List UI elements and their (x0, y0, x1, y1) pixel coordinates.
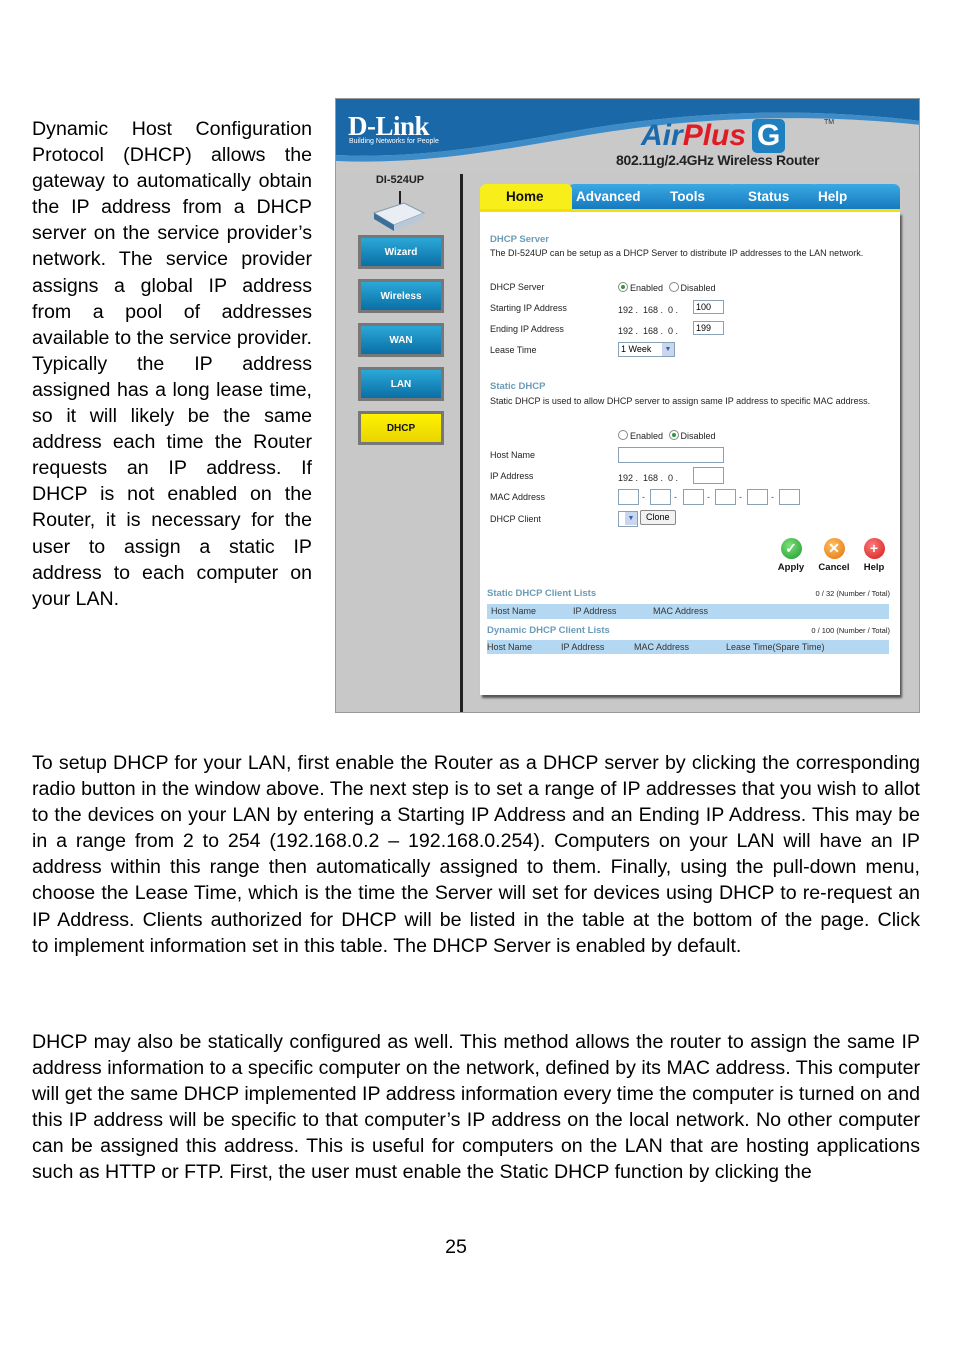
dhcp-disabled-label: Disabled (680, 283, 716, 293)
checkmark-icon: ✓ (780, 538, 802, 559)
sidebar-divider (460, 174, 463, 712)
ending-ip-input[interactable]: 199 (693, 321, 724, 335)
static-dhcp-description: Static DHCP is used to allow DHCP server… (490, 396, 871, 406)
trademark: TM (824, 119, 835, 126)
starting-ip-input[interactable]: 100 (693, 300, 724, 314)
ending-ip-prefix: 192 . 168 . 0 . (618, 326, 679, 336)
host-name-input[interactable] (618, 447, 724, 463)
intro-paragraph: Dynamic Host Configuration Protocol (DHC… (32, 118, 312, 610)
column-header: IP Address (573, 606, 617, 616)
dhcp-settings-panel: DHCP Server The DI-524UP can be setup as… (480, 212, 900, 695)
mac-input-4[interactable] (715, 489, 736, 505)
model-label: DI-524UP (375, 174, 425, 186)
static-list-header: Host Name IP Address MAC Address (487, 604, 889, 619)
static-disabled-label: Disabled (680, 431, 716, 441)
dhcp-enabled-label: Enabled (630, 283, 664, 293)
cancel-label: Cancel (818, 562, 850, 573)
static-disabled-radio[interactable] (668, 430, 679, 440)
dhcp-enabled-radio[interactable] (618, 282, 628, 292)
lease-time-label: Lease Time (490, 345, 537, 355)
mac-separator: - (739, 492, 742, 502)
help-button[interactable]: + Help (854, 538, 894, 573)
dynamic-list-header: Host Name IP Address MAC Address Lease T… (487, 640, 889, 654)
ending-ip-label: Ending IP Address (490, 324, 564, 334)
host-name-label: Host Name (490, 450, 536, 460)
router-device-icon (372, 191, 426, 231)
dhcp-disabled-radio[interactable] (668, 282, 679, 292)
static-enabled-radio[interactable] (618, 430, 628, 440)
dhcp-server-radio-group: Enabled Disabled (618, 282, 716, 293)
static-ip-prefix: 192 . 168 . 0 . (618, 473, 679, 483)
chevron-down-icon: ▼ (625, 512, 637, 525)
dhcp-client-select[interactable]: ▼ (618, 511, 638, 527)
dhcp-server-description: The DI-524UP can be setup as a DHCP Serv… (490, 248, 864, 258)
static-enabled-label: Enabled (630, 431, 664, 441)
airplus-air: Air (641, 119, 683, 152)
nav-wizard[interactable]: Wizard (358, 235, 444, 269)
tab-home[interactable]: Home (480, 184, 572, 210)
help-label: Help (863, 562, 885, 573)
airplus-g: G (752, 119, 786, 153)
mac-address-label: MAC Address (490, 492, 546, 502)
dhcp-client-label: DHCP Client (490, 514, 541, 524)
dhcp-server-label: DHCP Server (490, 282, 545, 292)
column-header: Host Name (487, 642, 533, 652)
static-dhcp-paragraph: DHCP may also be statically configured a… (32, 1031, 920, 1184)
column-header: IP Address (561, 642, 605, 652)
setup-dhcp-paragraph: To setup DHCP for your LAN, first enable… (32, 752, 920, 957)
header-banner: D-Link Building Networks for People AirP… (336, 99, 919, 171)
router-config-screenshot: D-Link Building Networks for People AirP… (335, 98, 920, 713)
tab-help[interactable]: Help (810, 184, 900, 210)
airplus-logo: AirPlus G (641, 119, 786, 153)
tab-advanced[interactable]: Advanced (568, 184, 654, 210)
dhcp-server-heading: DHCP Server (490, 234, 549, 245)
column-header: Host Name (491, 606, 537, 616)
static-dhcp-radio-group: Enabled Disabled (618, 430, 716, 441)
nav-wan[interactable]: WAN (358, 323, 444, 357)
chevron-down-icon: ▼ (662, 343, 674, 356)
column-header: Lease Time(Spare Time) (726, 642, 825, 652)
cancel-x-icon: ✕ (823, 538, 845, 559)
column-header: MAC Address (634, 642, 690, 652)
nav-dhcp[interactable]: DHCP (358, 411, 444, 445)
mac-input-5[interactable] (747, 489, 768, 505)
static-list-count: 0 / 32 (Number / Total) (815, 589, 890, 598)
mac-input-6[interactable] (779, 489, 800, 505)
lease-time-select[interactable]: 1 Week ▼ (618, 342, 675, 357)
mac-separator: - (642, 492, 645, 502)
column-header: MAC Address (653, 606, 709, 616)
mac-separator: - (771, 492, 774, 502)
help-plus-icon: + (863, 538, 885, 559)
static-ip-input[interactable] (693, 467, 724, 484)
nav-wireless[interactable]: Wireless (358, 279, 444, 313)
main-tabs: Help Status Tools Advanced Home (480, 184, 900, 210)
static-list-heading: Static DHCP Client Lists (487, 588, 597, 599)
static-dhcp-heading: Static DHCP (490, 381, 546, 392)
apply-button[interactable]: ✓ Apply (771, 538, 811, 573)
static-ip-label: IP Address (490, 471, 534, 481)
dynamic-list-count: 0 / 100 (Number / Total) (811, 626, 890, 635)
nav-lan[interactable]: LAN (358, 367, 444, 401)
mac-input-1[interactable] (618, 489, 639, 505)
starting-ip-prefix: 192 . 168 . 0 . (618, 305, 679, 315)
cancel-button[interactable]: ✕ Cancel (814, 538, 854, 573)
dynamic-list-heading: Dynamic DHCP Client Lists (487, 625, 610, 636)
product-subtitle: 802.11g/2.4GHz Wireless Router (616, 152, 820, 168)
clone-button[interactable]: Clone (640, 510, 676, 525)
airplus-plus: Plus (682, 119, 747, 152)
lease-time-value: 1 Week (621, 344, 652, 354)
tab-status[interactable]: Status (728, 184, 818, 210)
tab-tools[interactable]: Tools (646, 184, 736, 210)
mac-input-2[interactable] (650, 489, 671, 505)
starting-ip-label: Starting IP Address (490, 303, 567, 313)
page-number: 25 (445, 1236, 467, 1258)
mac-separator: - (707, 492, 710, 502)
apply-label: Apply (777, 562, 805, 573)
mac-separator: - (674, 492, 677, 502)
brand-tagline: Building Networks for People (349, 138, 439, 145)
mac-input-3[interactable] (683, 489, 704, 505)
